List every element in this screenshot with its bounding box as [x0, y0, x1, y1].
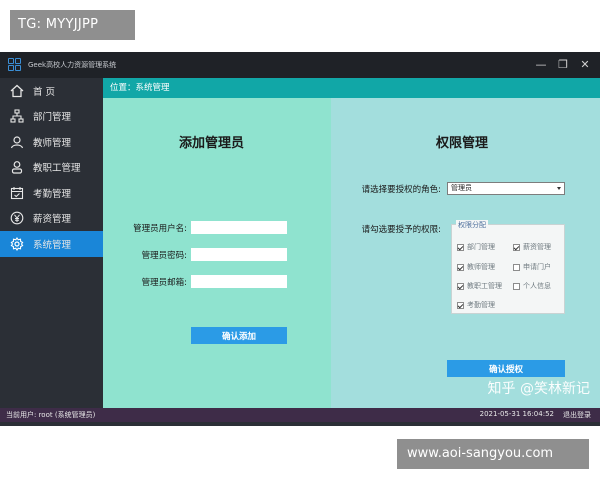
perm-portal[interactable]: 申请门户 [513, 262, 551, 272]
breadcrumb: 位置：系统管理 [103, 78, 600, 98]
main-content: 位置：系统管理 添加管理员 管理员用户名: 管理员密码: 管理员邮箱: 确认添加… [103, 78, 600, 408]
logout-link[interactable]: 退出登录 [563, 410, 591, 420]
perm-staff[interactable]: 教职工管理 [457, 281, 502, 291]
checkbox-unchecked[interactable] [513, 282, 520, 290]
email-input[interactable] [191, 275, 287, 288]
sidebar-item-attendance[interactable]: 考勤管理 [0, 180, 103, 206]
perm-teacher[interactable]: 教师管理 [457, 262, 495, 272]
sidebar-item-system[interactable]: 系统管理 [0, 231, 103, 257]
sidebar-item-label: 教职工管理 [33, 163, 81, 175]
site-badge: www.aoi-sangyou.com [397, 439, 589, 469]
role-select-value: 管理员 [451, 184, 472, 192]
gear-icon [9, 236, 25, 252]
minimize-button[interactable]: — [532, 56, 550, 74]
perm-label: 教职工管理 [467, 282, 502, 290]
timestamp: 2021-05-31 16:04:52 [479, 410, 554, 418]
perm-personal-info[interactable]: 个人信息 [513, 281, 551, 291]
confirm-authorize-button[interactable]: 确认授权 [447, 360, 565, 377]
permission-panel: 权限管理 请选择要授权的角色: 管理员 请勾选要授予的权限: 权限分配 部门管理… [331, 98, 600, 408]
zhihu-watermark: 知乎 @笑林新记 [487, 381, 590, 397]
current-user: 当前用户: root (系统管理员) [6, 411, 96, 419]
sidebar: 首 页 部门管理 教师管理 教职工管理 考勤管理 薪资管理 系统管理 [0, 78, 103, 408]
permission-label: 请勾选要授予的权限: [361, 225, 441, 235]
sidebar-item-label: 首 页 [33, 86, 56, 98]
teacher-icon [9, 134, 25, 150]
permission-title: 权限管理 [436, 136, 489, 151]
app-window: Geek高校人力资源管理系统 — ❐ ✕ 首 页 部门管理 教师管理 教职工管理… [0, 52, 600, 426]
username-label: 管理员用户名: [133, 224, 187, 234]
title-bar: Geek高校人力资源管理系统 — ❐ ✕ [0, 52, 600, 78]
email-label: 管理员邮箱: [141, 278, 187, 288]
perm-department[interactable]: 部门管理 [457, 242, 495, 252]
sidebar-item-label: 考勤管理 [33, 188, 72, 200]
status-bar: 当前用户: root (系统管理员) 2021-05-31 16:04:52 退… [0, 408, 600, 422]
username-input[interactable] [191, 221, 287, 234]
staff-icon [9, 159, 25, 175]
sidebar-item-label: 系统管理 [33, 239, 72, 251]
sidebar-item-department[interactable]: 部门管理 [0, 104, 103, 130]
close-button[interactable]: ✕ [576, 56, 594, 74]
sidebar-item-teacher[interactable]: 教师管理 [0, 129, 103, 155]
sidebar-item-label: 教师管理 [33, 137, 72, 149]
permission-group: 权限分配 部门管理 薪资管理 教师管理 申请门户 教职工管理 个人信息 考勤管理 [451, 220, 565, 314]
checkbox-checked[interactable] [457, 243, 464, 251]
password-label: 管理员密码: [141, 251, 187, 261]
password-input[interactable] [191, 248, 287, 261]
home-icon [9, 83, 25, 99]
chevron-down-icon [557, 187, 561, 190]
checkbox-checked[interactable] [513, 243, 520, 251]
sidebar-item-label: 部门管理 [33, 112, 72, 124]
perm-label: 申请门户 [523, 263, 551, 271]
sidebar-item-label: 薪资管理 [33, 214, 72, 226]
perm-attendance[interactable]: 考勤管理 [457, 300, 495, 310]
role-label: 请选择要授权的角色: [361, 185, 441, 195]
perm-salary[interactable]: 薪资管理 [513, 242, 551, 252]
sidebar-item-home[interactable]: 首 页 [0, 78, 103, 104]
checkbox-checked[interactable] [457, 301, 464, 309]
checkbox-unchecked[interactable] [513, 263, 520, 271]
sidebar-item-salary[interactable]: 薪资管理 [0, 206, 103, 232]
role-select[interactable]: 管理员 [447, 182, 565, 195]
checkbox-checked[interactable] [457, 263, 464, 271]
tg-badge: TG: MYYJJPP [10, 10, 135, 40]
permission-group-legend: 权限分配 [456, 220, 488, 230]
yen-icon [9, 210, 25, 226]
perm-label: 教师管理 [467, 263, 495, 271]
org-chart-icon [9, 108, 25, 124]
perm-label: 部门管理 [467, 243, 495, 251]
window-title: Geek高校人力资源管理系统 [28, 61, 117, 69]
sidebar-item-staff[interactable]: 教职工管理 [0, 155, 103, 181]
restore-button[interactable]: ❐ [554, 56, 572, 74]
perm-label: 薪资管理 [523, 243, 551, 251]
add-admin-title: 添加管理员 [179, 136, 245, 151]
checkbox-checked[interactable] [457, 282, 464, 290]
window-controls: — ❐ ✕ [532, 52, 594, 78]
app-logo-icon [8, 58, 22, 72]
perm-label: 个人信息 [523, 282, 551, 290]
add-admin-panel: 添加管理员 管理员用户名: 管理员密码: 管理员邮箱: 确认添加 [103, 98, 331, 408]
calendar-icon [9, 185, 25, 201]
perm-label: 考勤管理 [467, 301, 495, 309]
confirm-add-button[interactable]: 确认添加 [191, 327, 287, 344]
